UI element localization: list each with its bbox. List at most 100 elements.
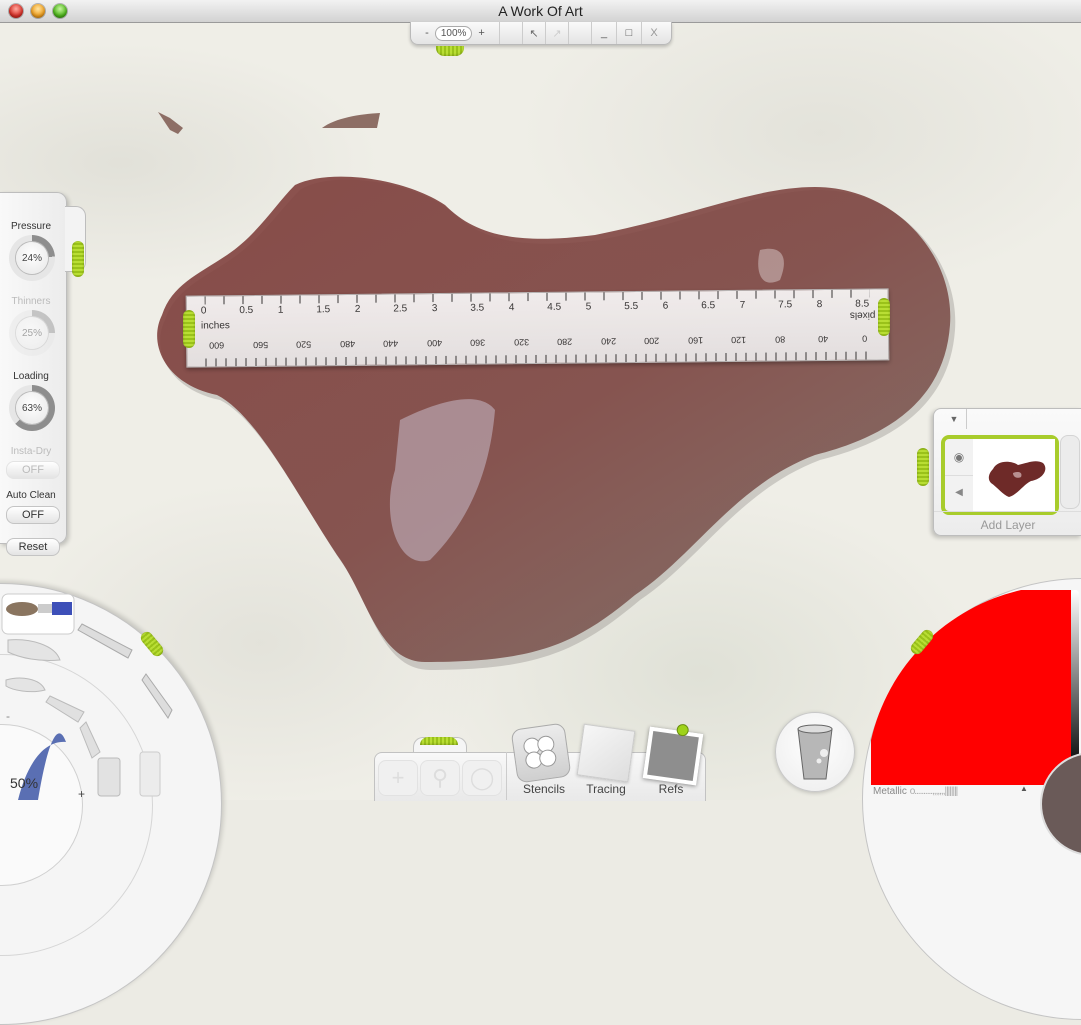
ruler-inch-tick-label: 0 bbox=[200, 305, 207, 317]
brush-size-plus: + bbox=[78, 787, 85, 800]
layers-panel: ▼ ◉ ◀ Add Layer bbox=[933, 408, 1081, 536]
ruler-inch-tick-label: 3 bbox=[431, 303, 438, 315]
thinners-dial: 25% bbox=[9, 310, 55, 356]
magnifier-icon: ⚲ bbox=[431, 765, 449, 790]
ruler-inch-tick-label: 1.5 bbox=[316, 304, 331, 316]
loading-dial[interactable]: 63% bbox=[9, 385, 55, 431]
divider bbox=[934, 511, 1081, 512]
ruler-pixel-tick-label: 480 bbox=[339, 338, 355, 350]
ruler-right-handle[interactable] bbox=[878, 298, 890, 336]
canvas-toolbar: - 100% + ↖ ↗ _ □ X bbox=[410, 22, 672, 45]
maximize-canvas-button[interactable]: □ bbox=[617, 22, 642, 44]
metallic-slider[interactable]: o..........,,,,,,,|||||||| bbox=[910, 786, 959, 797]
ruler-inch-tick-label: 5 bbox=[585, 301, 592, 313]
crayon-icon bbox=[79, 721, 101, 759]
brush-tools: - + bbox=[1, 593, 173, 800]
add-layer-button[interactable]: Add Layer bbox=[934, 518, 1081, 532]
ruler-inch-tick-label: 6.5 bbox=[701, 300, 716, 312]
ruler-inch-tick-label: 0.5 bbox=[239, 304, 254, 317]
pushpin-icon bbox=[677, 724, 689, 736]
layers-menu-button[interactable]: ▼ bbox=[942, 409, 967, 429]
zoom-in-button[interactable]: + bbox=[478, 27, 484, 39]
palette-knife-icon bbox=[7, 639, 61, 661]
stencil-clover-icon bbox=[523, 735, 557, 769]
bottom-bar-handle[interactable] bbox=[420, 737, 458, 745]
brush-size-value: 50% bbox=[10, 775, 39, 791]
zoom-out-button[interactable]: - bbox=[425, 27, 429, 39]
triangle-left-icon: ◀ bbox=[955, 487, 963, 498]
paint-tube-icon bbox=[97, 757, 121, 797]
ruler-pixel-tick-label: 560 bbox=[252, 339, 268, 350]
zoom-level-field[interactable]: 100% bbox=[434, 25, 473, 41]
tracing-label: Tracing bbox=[586, 782, 626, 796]
water-cup-button[interactable] bbox=[775, 712, 855, 792]
toolbar-drag-handle[interactable] bbox=[436, 46, 464, 56]
ruler-pixel-tick-label: 400 bbox=[426, 338, 442, 349]
ruler-inch-tick-label: 4 bbox=[508, 302, 515, 314]
pencil-icon bbox=[77, 623, 133, 659]
layer-visibility-toggle[interactable]: ◉ bbox=[945, 439, 973, 476]
ruler-pixel-tick-label: 520 bbox=[296, 339, 312, 350]
ruler-inch-label: inches bbox=[200, 320, 230, 332]
close-canvas-button[interactable]: X bbox=[642, 22, 666, 44]
ruler-pixel-tick-label: 80 bbox=[774, 334, 785, 345]
thinners-value: 25% bbox=[16, 317, 48, 349]
ruler-inch-tick-label: 2 bbox=[354, 303, 361, 315]
layers-scrollbar[interactable] bbox=[1060, 435, 1080, 509]
ruler-inch-tick-label: 8.5 bbox=[855, 298, 870, 310]
ruler-inch-tick-label: 4.5 bbox=[547, 301, 562, 313]
ruler-left-handle[interactable] bbox=[183, 310, 195, 348]
ruler-pixel-tick-label: 600 bbox=[209, 340, 225, 351]
triangle-down-icon: ▼ bbox=[949, 414, 959, 424]
auto-clean-label: Auto Clean bbox=[6, 490, 56, 501]
color-expand-button[interactable]: ▲ bbox=[1020, 784, 1028, 793]
thinners-label: Thinners bbox=[11, 296, 51, 307]
refs-label: Refs bbox=[658, 782, 684, 796]
layer-thumbnail bbox=[973, 439, 1055, 511]
refs-button[interactable] bbox=[642, 724, 704, 786]
ruler-inch-tick-label: 7.5 bbox=[778, 299, 793, 311]
pressure-dial[interactable]: 24% bbox=[9, 235, 55, 281]
brush-size-minus: - bbox=[6, 709, 10, 723]
ruler-inch-tick-label: 5.5 bbox=[624, 300, 639, 313]
undo-button[interactable]: ↖ bbox=[523, 22, 546, 44]
stencils-button[interactable] bbox=[510, 722, 572, 784]
loading-value: 63% bbox=[16, 392, 48, 424]
ruler-inch-tick-label: 2.5 bbox=[393, 303, 408, 315]
rotate-tool-button[interactable]: ◯ bbox=[462, 760, 502, 796]
zoom-tool-button[interactable]: ⚲ bbox=[420, 760, 460, 796]
layer-item[interactable]: ◉ ◀ bbox=[941, 435, 1059, 515]
divider bbox=[506, 752, 507, 800]
layer-thumbnail-image bbox=[988, 461, 1046, 497]
layer-collapse-button[interactable]: ◀ bbox=[945, 475, 973, 511]
triangle-up-icon: ▲ bbox=[1020, 784, 1028, 793]
move-tool-button[interactable]: + bbox=[378, 760, 418, 796]
felt-pen-icon bbox=[45, 695, 85, 723]
ruler-pixel-tick-label: 320 bbox=[513, 337, 529, 348]
window-title: A Work Of Art bbox=[498, 3, 583, 19]
reset-button[interactable]: Reset bbox=[6, 538, 60, 556]
tracing-button[interactable] bbox=[576, 723, 636, 783]
pressure-value: 24% bbox=[16, 242, 48, 274]
ruler[interactable]: 0 0.5 1 1.5 2 2.5 3 3.5 4 4.5 5 5.5 6 6.5 7 7.5 8 8.5 inc… bbox=[185, 288, 890, 368]
move-cross-icon: + bbox=[391, 765, 405, 790]
ruler-pixel-tick-label: 280 bbox=[557, 336, 573, 347]
minimize-canvas-button[interactable]: _ bbox=[592, 22, 617, 44]
insta-dry-label: Insta-Dry bbox=[10, 446, 52, 457]
ruler-pixel-scale: 600 560 520 480 440 400 360 320 280 240 200 160 120 8… bbox=[209, 334, 869, 353]
color-spectrum[interactable] bbox=[871, 590, 1081, 795]
layers-panel-handle[interactable] bbox=[917, 448, 929, 486]
ruler-inch-tick-label: 3.5 bbox=[470, 302, 485, 314]
auto-clean-toggle[interactable]: OFF bbox=[6, 506, 60, 524]
ruler-inch-tick-label: 7 bbox=[739, 299, 746, 311]
ruler-pixel-tick-label: 160 bbox=[687, 335, 703, 346]
settings-panel-handle[interactable] bbox=[72, 241, 84, 277]
eye-icon: ◉ bbox=[953, 450, 965, 464]
ruler-pixel-tick-label: 120 bbox=[731, 334, 747, 345]
redo-button[interactable]: ↗ bbox=[546, 22, 569, 44]
rotate-icon: ◯ bbox=[469, 765, 495, 790]
loading-label: Loading bbox=[13, 371, 49, 382]
title-bar: A Work Of Art bbox=[0, 0, 1081, 23]
metallic-label: Metallic o..........,,,,,,,|||||||| bbox=[873, 786, 959, 797]
ruler-inch-tick-label: 8 bbox=[816, 299, 823, 311]
